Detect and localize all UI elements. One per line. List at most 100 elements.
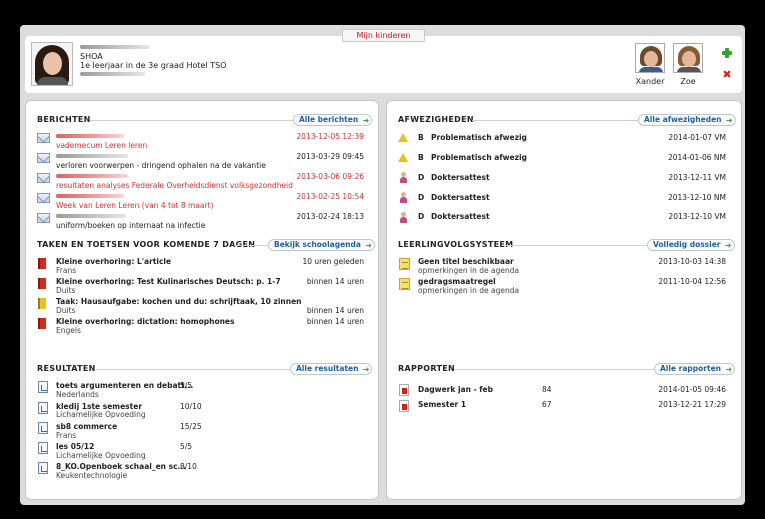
task-book-icon [38,258,46,269]
result-title[interactable]: sb8 commerce [56,422,117,431]
message-date: 2013-12-05 12:39 [296,132,364,141]
message-date: 2013-02-24 18:13 [296,212,364,221]
berichten-title: BERICHTEN [37,115,91,124]
absence-label[interactable]: Problematisch afwezig [431,133,527,142]
alle-afwezigheden-button[interactable]: Alle afwezigheden ➜ [638,114,736,126]
task-subject: Duits [56,286,76,295]
message-subject[interactable]: vademecum Leren leren [56,141,147,150]
warning-icon [398,153,408,162]
divider [506,245,649,246]
task-title[interactable]: Taak: Hausaufgabe: kochen und du: schrij… [56,297,302,306]
divider [234,245,270,246]
task-title[interactable]: Kleine overhoring: dictation: homophones [56,317,234,326]
result-title[interactable]: toets argumenteren en debatt... [56,381,193,390]
message-date: 2013-03-29 09:45 [296,152,364,161]
result-score: 15/25 [180,422,202,431]
absence-label[interactable]: Doktersattest [431,173,490,182]
tracking-date: 2011-10-04 12:56 [658,277,726,286]
result-score: 10/10 [180,402,202,411]
absence-code: D [418,212,425,221]
alle-resultaten-button[interactable]: Alle resultaten ➜ [290,363,373,375]
bekijk-schoolagenda-button[interactable]: Bekijk schoolagenda ➜ [268,239,375,251]
volledig-dossier-button[interactable]: Volledig dossier ➜ [647,239,735,251]
result-score: 8/10 [180,462,197,471]
pdf-icon [399,400,409,412]
result-title[interactable]: les 05/12 [56,442,94,451]
afwezigheden-title: AFWEZIGHEDEN [398,115,474,124]
report-date: 2014-01-05 09:46 [658,385,726,394]
absence-label[interactable]: Doktersattest [431,212,490,221]
result-subject: Frans [56,431,77,440]
message-subject[interactable]: verloren voorwerpen - dringend ophalen n… [56,161,266,170]
absence-date: 2014-01-07 VM [668,133,726,142]
absence-date: 2013-12-11 VM [668,173,726,182]
student-class: 1e leerjaar in de 3e graad Hotel TSO [80,61,227,70]
task-subject: Frans [56,266,77,275]
absence-code: B [418,153,424,162]
tracking-sub: opmerkingen in de agenda [418,266,520,275]
child-label-zoe[interactable]: Zoe [673,77,703,86]
arrow-right-icon: ➜ [725,365,733,374]
redacted-name [80,45,150,49]
rapporten-title: RAPPORTEN [398,364,455,373]
divider [472,120,640,121]
redacted-info [80,72,145,76]
tracking-sub: opmerkingen in de agenda [418,286,520,295]
arrow-right-icon: ➜ [725,116,733,125]
redacted-sender [56,134,124,138]
tracking-title[interactable]: gedragsmaatregel [418,277,496,286]
envelope-icon [37,173,50,183]
task-when: binnen 14 uren [306,317,364,326]
tracking-title[interactable]: Geen titel beschikbaar [418,257,514,266]
divider [454,369,656,370]
task-subject: Engels [56,326,81,335]
result-title[interactable]: 8_KO.Openboek schaal_en sc... [56,462,186,471]
child-avatar-zoe[interactable] [673,43,703,73]
arrow-right-icon: ➜ [362,116,370,125]
child-label-xander[interactable]: Xander [635,77,665,86]
task-subject: Duits [56,306,76,315]
message-subject[interactable]: uniform/boeken op internaat na infectie [56,221,205,230]
report-score: 84 [542,385,552,394]
task-title[interactable]: Kleine overhoring: L'article [56,257,171,266]
message-date: 2013-03-06 09:26 [296,172,364,181]
redacted-sender [56,154,128,158]
result-doc-icon [38,422,48,434]
child-avatar-xander[interactable] [635,43,665,73]
report-title[interactable]: Dagwerk jan - feb [418,385,493,394]
report-date: 2013-12-21 17:29 [658,400,726,409]
doctor-icon [399,192,408,203]
result-doc-icon [38,402,48,414]
result-subject: Lichamelijke Opvoeding [56,410,146,419]
tab-mijn-kinderen[interactable]: Mijn kinderen [342,29,425,42]
task-when: binnen 14 uren [306,306,364,315]
absence-code: B [418,133,424,142]
alle-berichten-button[interactable]: Alle berichten ➜ [293,114,373,126]
redacted-sender [56,194,124,198]
envelope-icon [37,153,50,163]
task-when: binnen 14 uren [306,277,364,286]
absence-label[interactable]: Doktersattest [431,193,490,202]
task-when: 10 uren geleden [302,257,364,266]
resultaten-title: RESULTATEN [37,364,96,373]
arrow-right-icon: ➜ [365,241,372,250]
envelope-icon [37,193,50,203]
remove-child-icon[interactable]: ✖ [722,69,732,80]
result-subject: Keukentechnologie [56,471,128,480]
absence-code: D [418,193,425,202]
alle-rapporten-button[interactable]: Alle rapporten ➜ [654,363,736,375]
task-title[interactable]: Kleine overhoring: Test Kulinarisches De… [56,277,281,286]
result-score: 5/5 [180,381,193,390]
report-title[interactable]: Semester 1 [418,400,466,409]
message-subject[interactable]: resultaten analyses Federale Overheidsdi… [56,181,293,190]
doctor-icon [399,172,408,183]
redacted-sender [56,214,126,218]
absence-label[interactable]: Problematisch afwezig [431,153,527,162]
message-subject[interactable]: Week van Leren Leren (van 4 tot 8 maart) [56,201,213,210]
absence-code: D [418,173,425,182]
result-subject: Lichamelijke Opvoeding [56,451,146,460]
taken-title: TAKEN EN TOETSEN VOOR KOMENDE 7 DAGEN [37,240,256,249]
note-icon [399,258,410,270]
add-child-icon[interactable] [722,48,732,58]
result-doc-icon [38,442,48,454]
